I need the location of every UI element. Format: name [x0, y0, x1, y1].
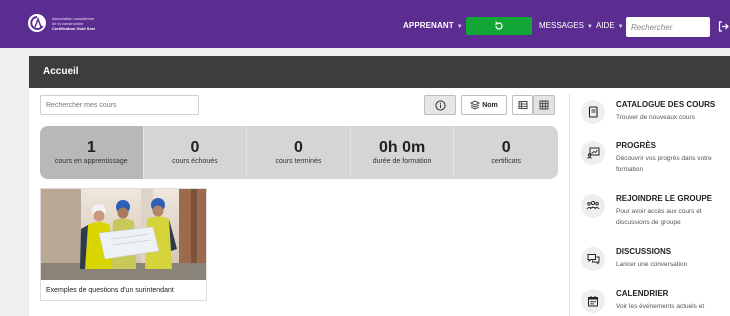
info-button[interactable]: [424, 95, 456, 115]
learner-menu[interactable]: APPRENANT ▼: [403, 21, 463, 30]
page-title: Accueil: [43, 66, 79, 77]
brand-line-3: Certification Gold Seal: [52, 26, 95, 31]
stat-value: 0: [501, 139, 511, 156]
info-icon: [434, 99, 446, 111]
course-card[interactable]: Exemples de questions d'un surintendant: [40, 188, 207, 301]
group-icon: [581, 194, 605, 218]
sidebar-item-description: Trouver de nouveaux cours: [616, 114, 695, 121]
sidebar-item-title: PROGRÈS: [616, 141, 657, 150]
book-icon: [581, 100, 605, 124]
course-search-input[interactable]: [40, 95, 199, 115]
learner-menu-label: APPRENANT: [403, 21, 454, 30]
stat-label: durée de formation: [372, 158, 432, 165]
stat-failed-courses[interactable]: 0 cours échoués: [144, 126, 248, 179]
refresh-button[interactable]: [466, 17, 532, 35]
stat-label: cours échoués: [172, 158, 218, 165]
stat-value: 1: [86, 139, 96, 156]
stats-bar: 1 cours en apprentissage 0 cours échoués…: [40, 126, 558, 179]
sidebar-item-title: REJOINDRE LE GROUPE: [616, 194, 713, 203]
caret-down-icon: ▼: [456, 24, 463, 30]
list-view-icon: [518, 101, 527, 109]
grid-view-button[interactable]: [533, 95, 555, 115]
stat-training-duration[interactable]: 0h 0m durée de formation: [351, 126, 455, 179]
sidebar-item-description: Lancer une conversation: [616, 261, 688, 268]
progress-chart-icon: [581, 141, 605, 165]
stat-value: 0: [190, 139, 200, 156]
top-navigation-bar: Association canadienne de la constructio…: [0, 0, 730, 48]
course-thumbnail[interactable]: [41, 189, 206, 280]
stat-label: cours terminés: [275, 158, 322, 165]
layers-icon: [470, 100, 481, 110]
caret-down-icon: ▼: [617, 24, 624, 30]
stat-completed-courses[interactable]: 0 cours terminés: [247, 126, 351, 179]
sidebar-item-title: DISCUSSIONS: [616, 247, 672, 256]
stat-certificates[interactable]: 0 certificats: [454, 126, 558, 179]
sidebar-item-description: Découvrir vos progrès dans votre formati…: [616, 155, 712, 173]
stat-value: 0h 0m: [378, 139, 426, 156]
logo-icon[interactable]: [28, 14, 46, 32]
logout-icon[interactable]: [718, 19, 729, 37]
stat-value: 0: [294, 139, 303, 156]
chat-icon: [581, 247, 605, 271]
sort-button-label: Nom: [482, 101, 498, 109]
home-panel: Accueil Nom: [29, 56, 730, 316]
stat-label: certificats: [491, 158, 521, 165]
course-title[interactable]: Exemples de questions d'un surintendant: [46, 287, 174, 294]
messages-menu[interactable]: MESSAGES ▼: [539, 21, 593, 30]
messages-menu-label: MESSAGES: [539, 21, 584, 30]
global-search-input[interactable]: [626, 17, 710, 37]
caret-down-icon: ▼: [586, 24, 593, 30]
sidebar-item-description: Voir les événements actuels et: [616, 303, 705, 310]
brand-text: Association canadienne de la constructio…: [52, 16, 95, 31]
sidebar-item-title: CATALOGUE DES COURS: [616, 100, 716, 109]
help-menu[interactable]: AIDE ▼: [596, 21, 624, 30]
grid-view-icon: [539, 100, 549, 110]
sidebar-item-description: Pour avoir accès aux cours et discussion…: [616, 208, 702, 226]
help-menu-label: AIDE: [596, 21, 615, 30]
refresh-icon: [495, 21, 503, 30]
sidebar-divider: [569, 94, 570, 316]
list-view-button[interactable]: [512, 95, 533, 115]
panel-header: Accueil: [29, 56, 730, 88]
stat-courses-in-progress[interactable]: 1 cours en apprentissage: [40, 126, 144, 179]
sort-button[interactable]: Nom: [461, 95, 507, 115]
sidebar-item-title: CALENDRIER: [616, 289, 669, 298]
stat-label: cours en apprentissage: [54, 158, 128, 165]
calendar-icon: [581, 289, 605, 313]
